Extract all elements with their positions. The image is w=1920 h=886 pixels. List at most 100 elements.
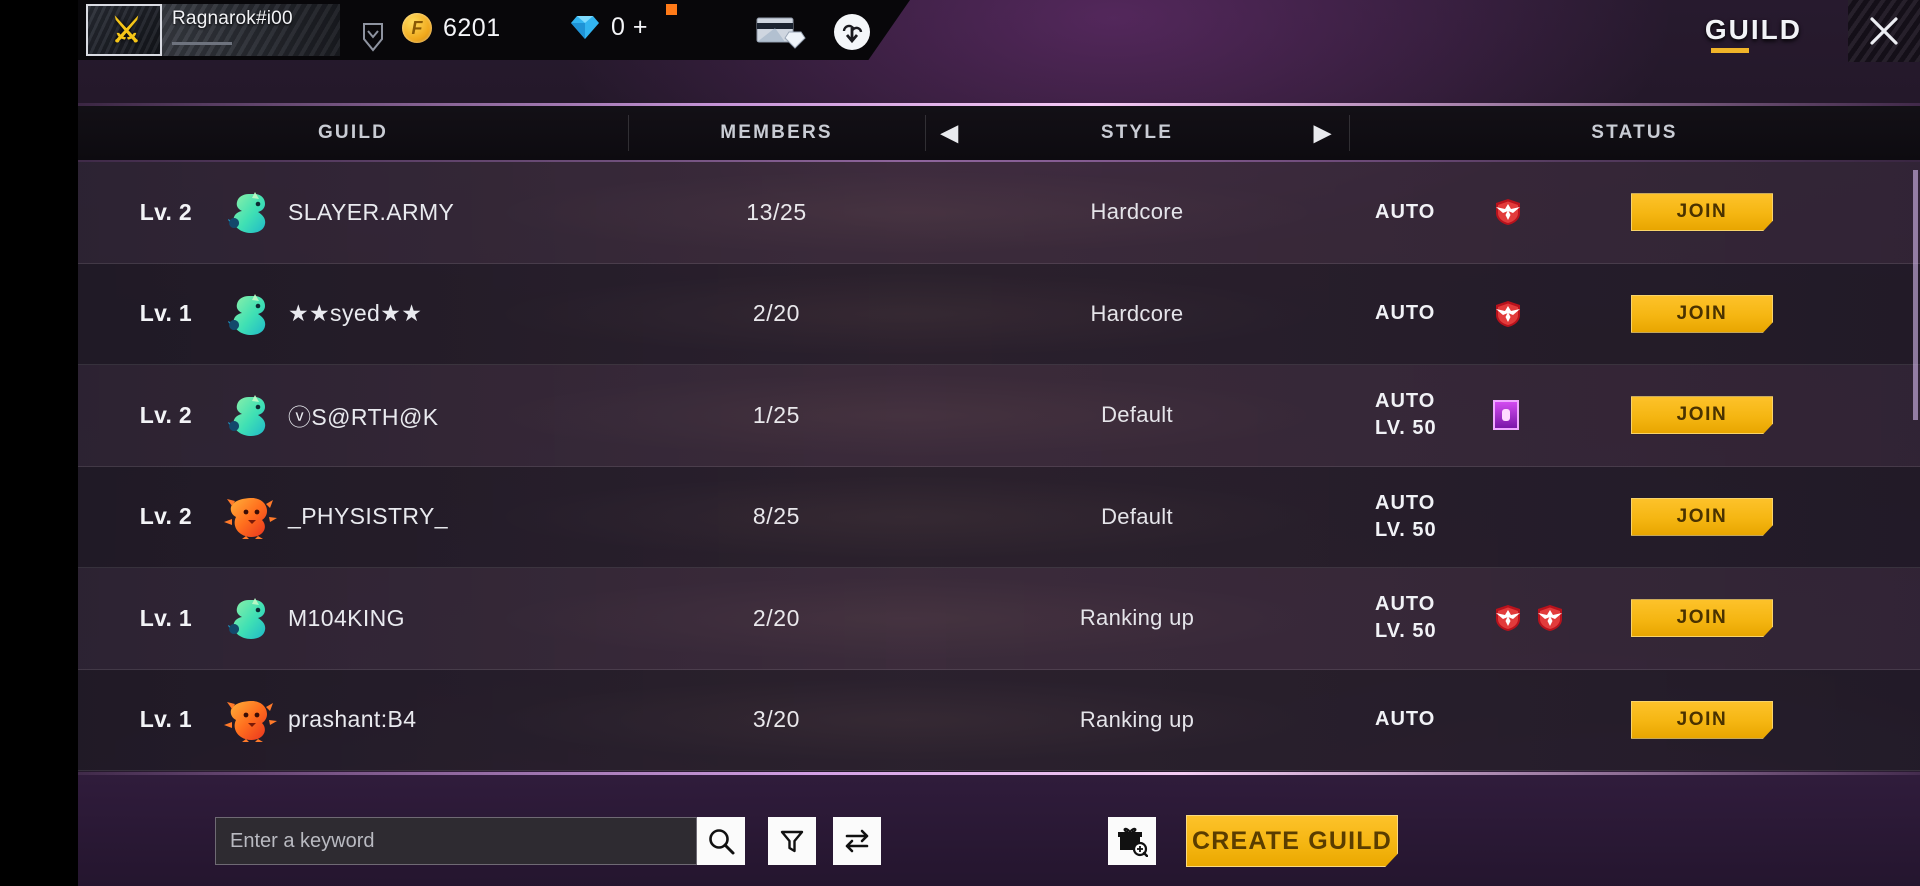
members-count: 3/20 — [752, 706, 801, 733]
guild-cell: Lv. 2 ⓥS@RTH@K — [78, 393, 628, 437]
diamond-icon — [570, 14, 600, 41]
guild-level: Lv. 1 — [139, 604, 192, 631]
close-icon — [1870, 17, 1898, 45]
guild-name: SLAYER.ARMY — [288, 198, 455, 225]
status-text: AUTO — [1375, 302, 1436, 325]
guild-emblem — [222, 292, 278, 336]
sort-button[interactable] — [833, 817, 881, 865]
status-badges — [1493, 400, 1623, 431]
guild-emblem — [222, 190, 278, 234]
members-count: 2/20 — [752, 300, 801, 327]
table-row[interactable]: Lv. 1 prashant:B4 3/20 Ranking up AUTO J… — [78, 669, 1920, 771]
guild-style: Ranking up — [1079, 605, 1195, 631]
guild-name: prashant:B4 — [288, 706, 417, 733]
style-next-arrow-icon[interactable]: ▶ — [1314, 120, 1333, 146]
column-header-status[interactable]: STATUS — [1349, 106, 1920, 160]
guild-cell: Lv. 2 SLAYER.ARMY — [78, 190, 628, 234]
members-count: 8/25 — [752, 503, 801, 530]
filter-button[interactable] — [768, 817, 816, 865]
search-button[interactable] — [697, 817, 745, 865]
members-count: 1/25 — [752, 401, 801, 428]
diamond-value: 0 + — [611, 13, 648, 41]
guild-emblem — [222, 698, 278, 742]
guild-name: _PHYSISTRY_ — [288, 503, 448, 530]
dragon-emblem-green — [228, 395, 266, 437]
status-text: AUTO — [1375, 708, 1436, 731]
gold-value: 6201 — [443, 13, 501, 42]
style-prev-arrow-icon[interactable]: ◀ — [941, 120, 960, 146]
top-bar: ⚔ Ragnarok#i00 F 6201 0 + GUILD — [0, 0, 1920, 64]
join-button[interactable]: JOIN — [1631, 497, 1773, 536]
guild-name: M104KING — [288, 604, 405, 631]
guild-level: Lv. 1 — [139, 300, 192, 327]
create-guild-button[interactable]: CREATE GUILD — [1186, 815, 1398, 867]
cloud-download-icon[interactable] — [832, 12, 872, 52]
dragon-emblem-green — [228, 598, 266, 640]
guild-cell: Lv. 1 M104KING — [78, 596, 628, 640]
avatar[interactable]: ⚔ — [86, 4, 162, 56]
purple-item-badge — [1493, 400, 1519, 431]
header-top-divider — [78, 103, 1920, 106]
search-box[interactable] — [215, 817, 745, 865]
filter-icon — [780, 830, 804, 853]
status-cell: AUTO LV. 50 JOIN — [1349, 490, 1920, 544]
status-cell: AUTO JOIN — [1349, 700, 1920, 739]
guild-list[interactable]: Lv. 2 SLAYER.ARMY 13/25 Hardcore AUTO JO… — [78, 162, 1920, 772]
notification-dot — [666, 4, 677, 15]
heroic-rank-badge — [1493, 604, 1523, 632]
table-row[interactable]: Lv. 2 ⓥS@RTH@K 1/25 Default AUTO LV. 50 J… — [78, 365, 1920, 467]
guild-style: Ranking up — [1079, 706, 1195, 732]
heroic-rank-badge — [1493, 300, 1523, 328]
letterbox-left — [0, 0, 78, 886]
guild-style: Default — [1101, 503, 1173, 529]
join-button[interactable]: JOIN — [1631, 193, 1773, 232]
join-button[interactable]: JOIN — [1631, 396, 1773, 435]
column-header-style-label: STYLE — [1100, 122, 1174, 143]
header-bottom-divider — [78, 160, 1920, 162]
bottom-toolbar: CREATE GUILD — [78, 775, 1920, 886]
guild-level: Lv. 2 — [139, 401, 192, 428]
guild-name: ⓥS@RTH@K — [288, 404, 439, 431]
guild-cell: Lv. 1 prashant:B4 — [78, 698, 628, 742]
table-row[interactable]: Lv. 2 _PHYSISTRY_ 8/25 Default AUTO LV. 5… — [78, 466, 1920, 568]
status-text: AUTO LV. 50 — [1375, 390, 1437, 440]
status-text: AUTO LV. 50 — [1375, 491, 1437, 541]
status-cell: AUTO LV. 50 JOIN — [1349, 388, 1920, 442]
search-input[interactable] — [215, 817, 697, 865]
guild-screen: ⚔ Ragnarok#i00 F 6201 0 + GUILD GUILD ME… — [0, 0, 1920, 886]
join-button[interactable]: JOIN — [1631, 599, 1773, 638]
gold-currency[interactable]: F 6201 — [402, 13, 501, 43]
diamond-currency[interactable]: 0 + — [570, 4, 677, 42]
guild-emblem — [222, 495, 278, 539]
card-diamond-store-icon[interactable] — [755, 14, 807, 50]
table-row[interactable]: Lv. 1 ★★syed★★ 2/20 Hardcore AUTO JOIN — [78, 263, 1920, 365]
sort-swap-icon — [845, 829, 869, 853]
list-scrollbar[interactable] — [1913, 170, 1918, 420]
status-text: AUTO LV. 50 — [1375, 593, 1437, 643]
guild-name: ★★syed★★ — [288, 300, 423, 327]
bottom-divider — [78, 772, 1920, 775]
page-title-underline — [1711, 48, 1749, 53]
search-icon — [709, 829, 735, 855]
close-button[interactable] — [1848, 0, 1920, 62]
page-title: GUILD — [1704, 14, 1802, 45]
status-badges — [1493, 300, 1623, 328]
status-badges — [1493, 604, 1623, 632]
guild-level: Lv. 2 — [139, 198, 192, 225]
join-button[interactable]: JOIN — [1631, 294, 1773, 333]
column-header-guild[interactable]: GUILD — [78, 106, 628, 160]
column-header-style[interactable]: ◀ STYLE ▶ — [925, 106, 1349, 160]
status-cell: AUTO JOIN — [1349, 294, 1920, 333]
join-button[interactable]: JOIN — [1631, 700, 1773, 739]
gift-search-button[interactable] — [1108, 817, 1156, 865]
gold-coin-icon: F — [402, 13, 432, 43]
guild-emblem — [222, 596, 278, 640]
rank-chevron-icon — [362, 22, 384, 52]
column-header-members[interactable]: MEMBERS — [628, 106, 925, 160]
table-row[interactable]: Lv. 2 SLAYER.ARMY 13/25 Hardcore AUTO JO… — [78, 162, 1920, 264]
table-row[interactable]: Lv. 1 M104KING 2/20 Ranking up AUTO LV. 5… — [78, 568, 1920, 670]
guild-cell: Lv. 2 _PHYSISTRY_ — [78, 495, 628, 539]
guild-style: Hardcore — [1090, 199, 1184, 225]
guild-style: Default — [1101, 402, 1173, 428]
guild-emblem — [222, 393, 278, 437]
